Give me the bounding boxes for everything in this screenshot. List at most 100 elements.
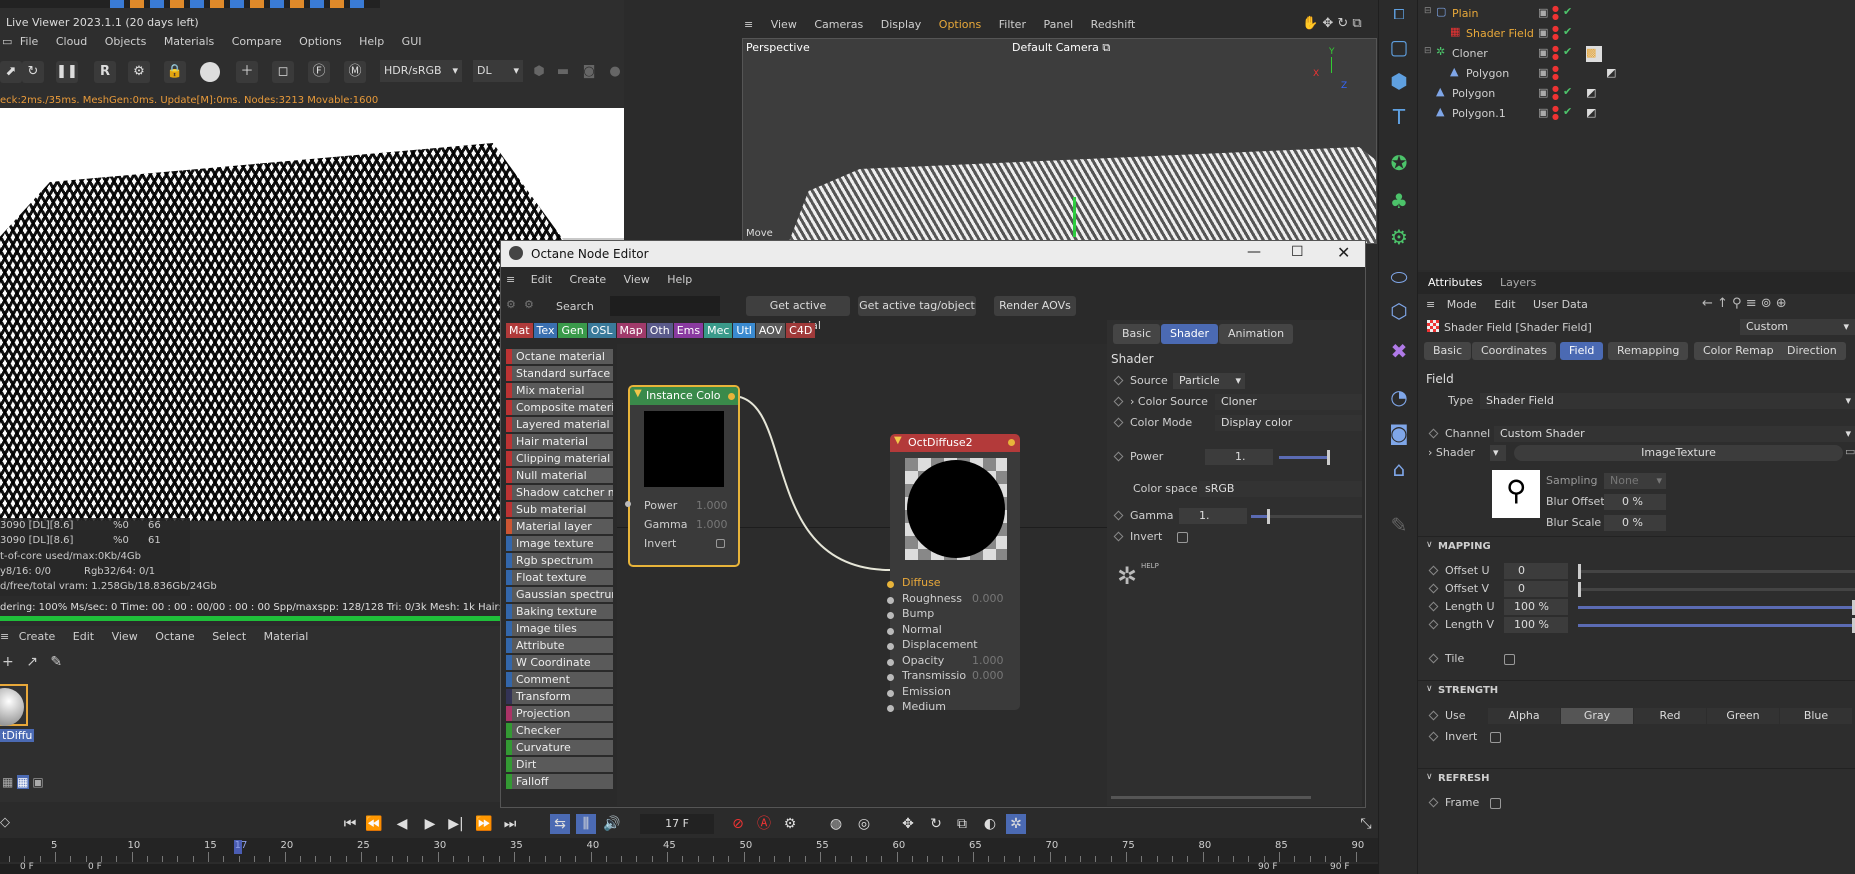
dl-select[interactable]: DL ▾ bbox=[473, 60, 523, 82]
move-icon[interactable]: ✥ bbox=[1322, 16, 1333, 31]
focus-icon[interactable]: Ⓕ bbox=[308, 61, 330, 83]
node-list-item[interactable]: Gaussian spectrun bbox=[506, 587, 613, 602]
node-list-item[interactable]: Hair material bbox=[506, 434, 613, 449]
rotate-key-icon[interactable]: ↻ bbox=[926, 814, 946, 834]
timeline-range[interactable]: 0 F 0 F 90 F 90 F bbox=[0, 862, 1380, 874]
get-active-material-button[interactable]: Get active material bbox=[746, 296, 850, 332]
slider-handle[interactable] bbox=[1578, 582, 1581, 597]
prev-frame-icon[interactable]: ◀ bbox=[392, 814, 412, 834]
node-list-item[interactable]: Shadow catcher m bbox=[506, 485, 613, 500]
grid-view-icon[interactable]: ▦ bbox=[17, 775, 29, 789]
use-option-blue[interactable]: Blue bbox=[1780, 708, 1852, 724]
viewport-camera[interactable]: Default Camera ⧉ bbox=[1012, 41, 1110, 55]
layer-icon[interactable]: ▣ bbox=[1538, 46, 1548, 59]
node-list-item[interactable]: W Coordinate bbox=[506, 655, 613, 670]
tag-icon[interactable]: ◩ bbox=[1586, 106, 1596, 119]
field-icon[interactable]: ✖ bbox=[1384, 336, 1414, 366]
vp-menu-filter[interactable]: Filter bbox=[999, 18, 1026, 31]
node-tab-osl[interactable]: OSL bbox=[587, 323, 616, 338]
object-name[interactable]: Polygon.1 bbox=[1452, 107, 1506, 120]
diffuse-input-port[interactable] bbox=[887, 612, 894, 619]
film-icon[interactable]: ▬ bbox=[552, 61, 574, 83]
node-list-item[interactable]: Octane material bbox=[506, 349, 613, 364]
keyframe-icon[interactable] bbox=[1428, 428, 1439, 439]
attr-nav-icons[interactable]: ← ↑ ⚲ ≡ ⊚ ⊕ bbox=[1702, 296, 1787, 311]
node-tab-ems[interactable]: Ems bbox=[673, 323, 704, 338]
play-icon[interactable]: ▶ bbox=[420, 814, 440, 834]
slider-handle[interactable] bbox=[1267, 509, 1270, 524]
refresh-header[interactable]: ∨ REFRESH bbox=[1418, 768, 1855, 786]
diffuse-input-port[interactable] bbox=[887, 705, 894, 712]
enabled-check-icon[interactable]: ✔ bbox=[1563, 25, 1572, 38]
ne-menu-edit[interactable]: Edit bbox=[531, 273, 552, 286]
use-option-red[interactable]: Red bbox=[1634, 708, 1706, 724]
strength-invert-checkbox[interactable] bbox=[1490, 732, 1501, 743]
maximize-icon[interactable]: ⧉ bbox=[1352, 16, 1361, 31]
color-mode-select[interactable]: HDR/sRGB ▾ bbox=[380, 60, 462, 82]
keyframe-icon[interactable] bbox=[1428, 619, 1439, 630]
node-list-item[interactable]: Sub material bbox=[506, 502, 613, 517]
attr-subtab-remapping[interactable]: Remapping bbox=[1608, 342, 1689, 360]
menu-icon[interactable]: ≡ bbox=[0, 630, 9, 643]
vp-menu-view[interactable]: View bbox=[771, 18, 797, 31]
node-list-item[interactable]: Image texture bbox=[506, 536, 613, 551]
frame-checkbox[interactable] bbox=[1490, 798, 1501, 809]
gear-green-icon[interactable]: ⚙ bbox=[1384, 222, 1414, 252]
tab-attributes[interactable]: Attributes bbox=[1428, 276, 1482, 289]
node-list-item[interactable]: Float texture bbox=[506, 570, 613, 585]
object-name[interactable]: Plain bbox=[1452, 7, 1478, 20]
invert-checkbox[interactable] bbox=[1177, 532, 1188, 543]
node-list-item[interactable]: Transform bbox=[506, 689, 613, 704]
instance-output-port[interactable] bbox=[728, 393, 735, 400]
keyframe-icon[interactable] bbox=[1428, 710, 1439, 721]
node-tab-oth[interactable]: Oth bbox=[646, 323, 673, 338]
diffuse-input-port[interactable] bbox=[887, 674, 894, 681]
render-aovs-button[interactable]: Render AOVs bbox=[994, 296, 1076, 316]
node-list-item[interactable]: Falloff bbox=[506, 774, 613, 789]
camera-icon[interactable]: ◙ bbox=[1384, 418, 1414, 448]
node-list-item[interactable]: Mix material bbox=[506, 383, 613, 398]
mapping-header[interactable]: ∨ MAPPING bbox=[1418, 536, 1855, 554]
node-list-item[interactable]: Dirt bbox=[506, 757, 613, 772]
menu-materials[interactable]: Materials bbox=[164, 35, 214, 48]
object-row[interactable]: ▲ Polygon ▣ ● ● ◩ bbox=[1418, 65, 1855, 83]
attr-menu-edit[interactable]: Edit bbox=[1494, 298, 1515, 311]
bars-icon[interactable]: ⫼ bbox=[576, 814, 596, 834]
hexagon-icon[interactable]: ⬢ bbox=[528, 61, 550, 83]
mapping-value-field[interactable]: 100 % bbox=[1504, 599, 1568, 615]
loop-icon[interactable]: ⇆ bbox=[550, 814, 570, 834]
folder-icon[interactable]: ▭ bbox=[1845, 445, 1855, 458]
diffuse-input-port[interactable] bbox=[887, 658, 894, 666]
node-tab-mec[interactable]: Mec bbox=[704, 323, 733, 338]
diffuse-input-port[interactable] bbox=[887, 627, 894, 635]
node-list-item[interactable]: Attribute bbox=[506, 638, 613, 653]
menu-compare[interactable]: Compare bbox=[232, 35, 282, 48]
visibility-dots-icon[interactable]: ● ● bbox=[1552, 45, 1559, 61]
material-icon[interactable]: Ⓜ bbox=[344, 61, 366, 83]
diffuse-input-port[interactable] bbox=[887, 596, 894, 604]
mapping-slider[interactable] bbox=[1578, 618, 1855, 633]
vp-menu-options[interactable]: Options bbox=[939, 18, 981, 31]
mograph-icon[interactable]: ♣ bbox=[1384, 186, 1414, 216]
invert-checkbox[interactable] bbox=[716, 539, 725, 548]
dot-icon[interactable]: ● bbox=[604, 61, 626, 83]
type-select[interactable]: Shader Field ▾ bbox=[1480, 393, 1855, 409]
square-icon[interactable]: ▢ bbox=[1384, 32, 1414, 62]
keyframe-icon[interactable] bbox=[1113, 531, 1124, 542]
menu-icon[interactable]: ≡ bbox=[744, 18, 753, 31]
sphere-icon[interactable] bbox=[200, 62, 220, 82]
keyframe-icon[interactable] bbox=[1113, 396, 1124, 407]
green-axis-handle[interactable] bbox=[1073, 197, 1076, 237]
mm-menu-edit[interactable]: Edit bbox=[73, 630, 94, 643]
diffuse-input-port[interactable] bbox=[887, 581, 894, 588]
tile-checkbox[interactable] bbox=[1504, 654, 1515, 665]
shader-menu-button[interactable]: ▾ bbox=[1490, 445, 1506, 461]
keyframe-icon[interactable] bbox=[1428, 583, 1439, 594]
vp-menu-panel[interactable]: Panel bbox=[1043, 18, 1073, 31]
mm-menu-material[interactable]: Material bbox=[264, 630, 309, 643]
node-tab-c4d[interactable]: C4D bbox=[786, 323, 816, 338]
tag-icon[interactable]: ◩ bbox=[1606, 66, 1616, 79]
tree-toggle-icon[interactable]: ⊟ bbox=[1424, 46, 1432, 56]
spline-icon[interactable]: ⬡ bbox=[1384, 296, 1414, 326]
menu-icon[interactable]: ≡ bbox=[506, 273, 515, 286]
